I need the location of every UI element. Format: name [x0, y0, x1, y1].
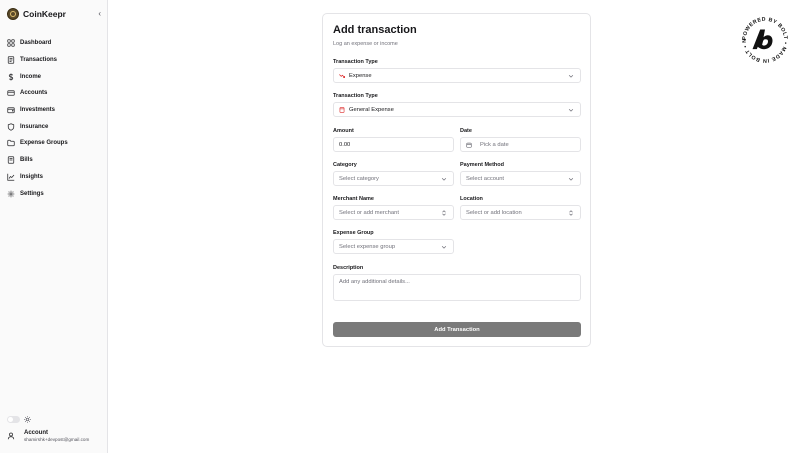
- collapse-sidebar-icon[interactable]: ‹: [98, 7, 101, 21]
- coin-logo-icon: [7, 8, 19, 20]
- bolt-badge-logo[interactable]: POWERED BY BOLT • MADE IN BOLT • NEW •: [741, 16, 789, 64]
- sidebar-item-settings[interactable]: Settings: [0, 185, 108, 202]
- sidebar-item-accounts[interactable]: Accounts: [0, 85, 108, 102]
- date-label: Date: [460, 128, 472, 134]
- sidebar-item-label: Settings: [20, 190, 44, 197]
- merchant-combobox[interactable]: Select or add merchant: [333, 205, 454, 220]
- sidebar-item-label: Expense Groups: [20, 140, 68, 147]
- receipt-red-icon: [339, 106, 345, 113]
- amount-input[interactable]: 0.00: [333, 137, 454, 152]
- transaction-subtype-value: General Expense: [349, 106, 394, 113]
- description-placeholder: Add any additional details...: [339, 279, 410, 285]
- sidebar-item-label: Transactions: [20, 57, 58, 64]
- gear-icon: [7, 190, 15, 197]
- payment-method-select[interactable]: Select account: [460, 171, 581, 186]
- sidebar-item-transactions[interactable]: Transactions: [0, 52, 108, 69]
- page-subtitle: Log an expense or income: [333, 41, 398, 47]
- brand: CoinKeepr ‹: [7, 7, 103, 21]
- expense-group-placeholder: Select expense group: [339, 243, 396, 250]
- sidebar-item-bills[interactable]: Bills: [0, 152, 108, 169]
- merchant-label: Merchant Name: [333, 196, 374, 202]
- merchant-placeholder: Select or add merchant: [339, 209, 399, 216]
- shield-icon: [7, 123, 15, 131]
- app-name: CoinKeepr: [23, 9, 66, 19]
- chevron-down-icon: [568, 177, 574, 181]
- sidebar-item-insurance[interactable]: Insurance: [0, 118, 108, 135]
- sidebar-item-insights[interactable]: Insights: [0, 169, 108, 186]
- transaction-subtype-label: Transaction Type: [333, 93, 378, 99]
- chevrons-up-down-icon: [569, 210, 573, 216]
- credit-card-icon: [7, 90, 15, 97]
- transaction-type-select[interactable]: Expense: [333, 68, 581, 83]
- date-picker[interactable]: Pick a date: [460, 137, 581, 152]
- sidebar-item-investments[interactable]: Investments: [0, 102, 108, 119]
- receipt-icon: [7, 56, 15, 64]
- amount-label: Amount: [333, 128, 354, 134]
- chart-icon: [7, 173, 15, 181]
- dashboard-icon: [7, 39, 15, 47]
- location-combobox[interactable]: Select or add location: [460, 205, 581, 220]
- bill-icon: [7, 156, 15, 164]
- chevron-down-icon: [441, 177, 447, 181]
- account-title: Account: [24, 430, 48, 436]
- expense-group-label: Expense Group: [333, 230, 374, 236]
- chevron-down-icon: [568, 108, 574, 112]
- add-transaction-card: Add transaction Log an expense or income…: [322, 13, 591, 347]
- folder-icon: [7, 140, 15, 147]
- page-title: Add transaction: [333, 24, 417, 36]
- category-label: Category: [333, 162, 357, 168]
- dollar-icon: [8, 73, 14, 81]
- sidebar-item-label: Bills: [20, 157, 33, 164]
- sidebar-item-label: Dashboard: [20, 40, 52, 47]
- chevrons-up-down-icon: [442, 210, 446, 216]
- trending-down-icon: [339, 73, 345, 78]
- chevron-down-icon: [568, 74, 574, 78]
- sidebar-item-label: Insights: [20, 173, 44, 180]
- add-transaction-button[interactable]: Add Transaction: [333, 322, 581, 337]
- sidebar-item-label: Accounts: [20, 90, 48, 97]
- wallet-icon: [7, 107, 15, 114]
- payment-method-label: Payment Method: [460, 162, 505, 168]
- category-select[interactable]: Select category: [333, 171, 454, 186]
- location-placeholder: Select or add location: [466, 209, 522, 216]
- transaction-type-value: Expense: [349, 72, 372, 79]
- category-placeholder: Select category: [339, 175, 379, 182]
- sidebar-item-label: Insurance: [20, 123, 49, 130]
- description-textarea[interactable]: Add any additional details...: [333, 274, 581, 301]
- account-email: shamirshk+devpost@gmail.com: [24, 437, 90, 442]
- user-icon: [7, 432, 15, 440]
- transaction-type-label: Transaction Type: [333, 59, 378, 65]
- sidebar: CoinKeepr ‹ Dashboard Transactions Incom…: [0, 0, 108, 453]
- sidebar-item-label: Income: [20, 73, 42, 80]
- location-label: Location: [460, 196, 483, 202]
- date-placeholder: Pick a date: [480, 141, 509, 148]
- sun-icon: [24, 416, 31, 423]
- amount-placeholder: 0.00: [339, 141, 351, 148]
- sidebar-item-dashboard[interactable]: Dashboard: [0, 35, 108, 52]
- payment-method-placeholder: Select account: [466, 175, 505, 182]
- account-menu[interactable]: Account shamirshk+devpost@gmail.com: [7, 430, 89, 442]
- description-label: Description: [333, 265, 364, 271]
- calendar-icon: [466, 142, 472, 148]
- sidebar-nav: Dashboard Transactions Income Accounts I…: [0, 35, 108, 202]
- theme-toggle-row: [7, 416, 31, 423]
- expense-group-select[interactable]: Select expense group: [333, 239, 454, 254]
- sidebar-item-expense-groups[interactable]: Expense Groups: [0, 135, 108, 152]
- sidebar-item-income[interactable]: Income: [0, 68, 108, 85]
- theme-toggle[interactable]: [7, 416, 20, 423]
- transaction-subtype-select[interactable]: General Expense: [333, 102, 581, 117]
- sidebar-item-label: Investments: [20, 107, 56, 114]
- chevron-down-icon: [441, 245, 447, 249]
